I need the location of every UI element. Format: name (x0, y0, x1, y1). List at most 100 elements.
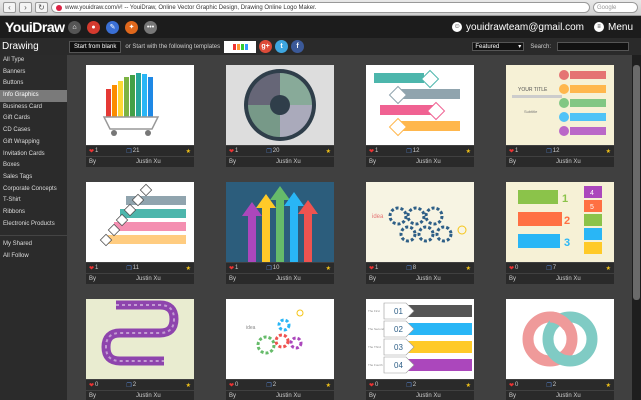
template-card[interactable]: YOUR TITLE Subtitle ❤ 1 ❐ 12 ★ By Justin Xu (506, 65, 614, 174)
template-thumbnail[interactable] (226, 182, 334, 262)
sidebar-item-corporate-concepts[interactable]: Corporate Concepts (0, 184, 67, 196)
like-icon[interactable]: ❤ (229, 382, 234, 389)
start-from-blank-button[interactable]: Start from blank (69, 40, 122, 53)
template-card[interactable]: ❤ 0 ❐ 2 ★ By Justin Xu (506, 299, 614, 400)
shop-icon[interactable]: ● (87, 20, 100, 34)
author-name[interactable]: Justin Xu (556, 157, 581, 167)
twitter-icon[interactable]: t (275, 40, 289, 53)
like-icon[interactable]: ❤ (229, 265, 234, 272)
template-card[interactable]: 01 02 03 04 The First The Second The Thi… (366, 299, 474, 400)
author-name[interactable]: Justin Xu (136, 274, 161, 284)
template-thumbnail[interactable] (226, 65, 334, 145)
sidebar-item-info-graphics[interactable]: Info Graphics (0, 90, 67, 102)
template-thumbnail[interactable]: idea (366, 182, 474, 262)
copy-icon[interactable]: ❐ (266, 382, 271, 389)
more-icon[interactable]: ••• (144, 20, 157, 34)
search-input[interactable] (557, 42, 629, 51)
sidebar-item-my-shared[interactable]: My Shared (0, 239, 67, 251)
author-name[interactable]: Justin Xu (416, 157, 441, 167)
browser-search-input[interactable]: Google (593, 2, 638, 13)
author-name[interactable]: Justin Xu (416, 274, 441, 284)
copy-icon[interactable]: ❐ (406, 148, 411, 155)
back-button[interactable]: ‹ (3, 2, 16, 13)
like-icon[interactable]: ❤ (369, 382, 374, 389)
like-icon[interactable]: ❤ (369, 148, 374, 155)
star-icon[interactable]: ★ (466, 265, 471, 272)
author-name[interactable]: Justin Xu (276, 274, 301, 284)
template-banner-thumb[interactable] (224, 40, 257, 53)
author-name[interactable]: Justin Xu (276, 157, 301, 167)
sidebar-item-ribbons[interactable]: Ribbons (0, 207, 67, 219)
like-icon[interactable]: ❤ (509, 382, 514, 389)
template-card[interactable]: idea ❤ 1 ❐ 8 ★ By Justin Xu (366, 182, 474, 291)
template-thumbnail[interactable] (86, 65, 194, 145)
template-card[interactable]: ❤ 1 ❐ 21 ★ By Justin Xu (86, 65, 194, 174)
reload-button[interactable]: ↻ (35, 2, 48, 13)
star-icon[interactable]: ★ (326, 148, 331, 155)
template-card[interactable]: ❤ 0 ❐ 2 ★ By Justin Xu (86, 299, 194, 400)
copy-icon[interactable]: ❐ (266, 148, 271, 155)
like-icon[interactable]: ❤ (509, 148, 514, 155)
template-thumbnail[interactable] (86, 299, 194, 379)
author-name[interactable]: Justin Xu (416, 391, 441, 400)
template-card[interactable]: ❤ 1 ❐ 12 ★ By Justin Xu (366, 65, 474, 174)
copy-icon[interactable]: ❐ (266, 265, 271, 272)
star-icon[interactable]: ★ (186, 382, 191, 389)
copy-icon[interactable]: ❐ (546, 382, 551, 389)
template-thumbnail[interactable]: 01 02 03 04 The First The Second The Thi… (366, 299, 474, 379)
star-icon[interactable]: ★ (326, 265, 331, 272)
logo[interactable]: YouiDraw (0, 19, 65, 35)
sidebar-item-sales-tags[interactable]: Sales Tags (0, 172, 67, 184)
sidebar-item-t-shirt[interactable]: T-Shirt (0, 195, 67, 207)
copy-icon[interactable]: ❐ (126, 265, 131, 272)
template-thumbnail[interactable] (366, 65, 474, 145)
template-card[interactable]: ❤ 1 ❐ 20 ★ By Justin Xu (226, 65, 334, 174)
template-thumbnail[interactable]: 1 2 3 4 5 (506, 182, 614, 262)
like-icon[interactable]: ❤ (89, 382, 94, 389)
template-card[interactable]: ❤ 1 ❐ 11 ★ By Justin Xu (86, 182, 194, 291)
author-name[interactable]: Justin Xu (276, 391, 301, 400)
template-thumbnail[interactable] (86, 182, 194, 262)
author-name[interactable]: Justin Xu (136, 157, 161, 167)
copy-icon[interactable]: ❐ (546, 148, 551, 155)
sidebar-item-banners[interactable]: Banners (0, 67, 67, 79)
user-icon[interactable]: ☺ (452, 22, 463, 32)
like-icon[interactable]: ❤ (89, 148, 94, 155)
copy-icon[interactable]: ❐ (126, 148, 131, 155)
template-card[interactable]: idea ❤ 0 ❐ 2 ★ By Justin Xu (226, 299, 334, 400)
author-name[interactable]: Justin Xu (556, 391, 581, 400)
copy-icon[interactable]: ❐ (126, 382, 131, 389)
author-name[interactable]: Justin Xu (136, 391, 161, 400)
brush-icon[interactable]: ✎ (106, 20, 119, 34)
copy-icon[interactable]: ❐ (546, 265, 551, 272)
user-email[interactable]: youidrawteam@gmail.com (466, 22, 584, 33)
star-icon[interactable]: ★ (606, 382, 611, 389)
home-icon[interactable]: ⌂ (68, 20, 81, 34)
template-thumbnail[interactable] (506, 299, 614, 379)
star-icon[interactable]: ★ (186, 148, 191, 155)
like-icon[interactable]: ❤ (509, 265, 514, 272)
address-bar[interactable]: www.youidraw.com/#! -- YouiDraw, Online … (51, 2, 590, 13)
star-icon[interactable]: ★ (466, 148, 471, 155)
sidebar-item-gift-wrapping[interactable]: Gift Wrapping (0, 137, 67, 149)
scroll-thumb[interactable] (633, 65, 640, 300)
star-icon[interactable]: ★ (466, 382, 471, 389)
menu-icon[interactable]: ≡ (593, 22, 604, 32)
star-icon[interactable]: ★ (606, 265, 611, 272)
sort-select[interactable]: Featured (472, 42, 525, 51)
sidebar-item-electronic-products[interactable]: Electronic Products (0, 219, 67, 231)
forward-button[interactable]: › (19, 2, 32, 13)
template-thumbnail[interactable]: idea (226, 299, 334, 379)
sidebar-item-cd-cases[interactable]: CD Cases (0, 125, 67, 137)
menu-button[interactable]: Menu (608, 22, 633, 33)
author-name[interactable]: Justin Xu (556, 274, 581, 284)
sidebar-item-gift-cards[interactable]: Gift Cards (0, 113, 67, 125)
sidebar-item-all-follow[interactable]: All Follow (0, 251, 67, 263)
template-card[interactable]: ❤ 1 ❐ 10 ★ By Justin Xu (226, 182, 334, 291)
star-icon[interactable]: ★ (606, 148, 611, 155)
copy-icon[interactable]: ❐ (406, 265, 411, 272)
scrollbar[interactable] (632, 55, 641, 400)
star-icon[interactable]: ★ (186, 265, 191, 272)
sidebar-item-invitation-cards[interactable]: Invitation Cards (0, 149, 67, 161)
sidebar-item-all-type[interactable]: All Type (0, 55, 67, 67)
